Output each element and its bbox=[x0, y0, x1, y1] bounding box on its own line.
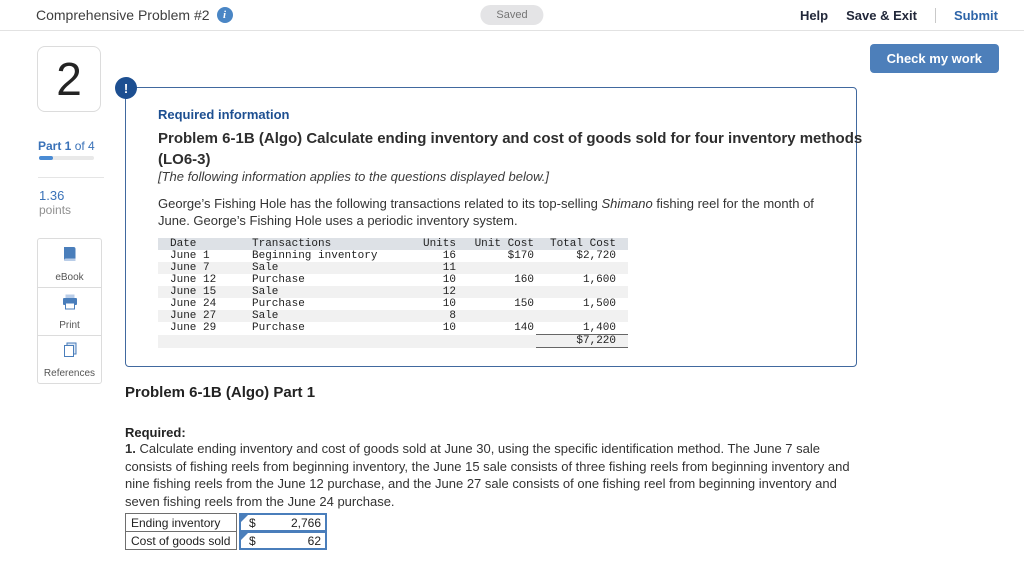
col-date: Date bbox=[158, 238, 250, 250]
table-row: June 24 Purchase 10 150 1,500 bbox=[170, 298, 616, 310]
table-row: June 15 Sale 12 bbox=[158, 286, 628, 298]
print-icon bbox=[60, 292, 80, 317]
help-link[interactable]: Help bbox=[800, 8, 828, 23]
points-label: points bbox=[39, 203, 72, 217]
references-button[interactable]: References bbox=[38, 335, 101, 383]
required-label: Required: bbox=[125, 425, 186, 440]
part-progress-track bbox=[39, 156, 94, 160]
brand-name: Shimano bbox=[601, 196, 653, 211]
answer-row-cogs: Cost of goods sold $ 62 bbox=[125, 531, 327, 550]
submit-link[interactable]: Submit bbox=[954, 8, 998, 23]
answer-table: Ending inventory $ 2,766 Cost of goods s… bbox=[125, 513, 327, 550]
topbar-divider bbox=[934, 7, 936, 23]
save-exit-link[interactable]: Save & Exit bbox=[846, 8, 917, 23]
total-cost-value: $7,220 bbox=[536, 334, 628, 348]
part-heading: Problem 6-1B (Algo) Part 1 bbox=[125, 384, 316, 401]
col-units: Units bbox=[400, 238, 458, 250]
part-progress-label: Part 1 of 4 bbox=[38, 139, 95, 153]
part-label-bold: Part 1 bbox=[38, 139, 72, 153]
table-row: June 29 Purchase 10 140 1,400 bbox=[158, 322, 628, 335]
question-number-card: 2 bbox=[37, 46, 101, 112]
table-total-row: $7,220 bbox=[158, 334, 628, 348]
table-row: June 27 Sale 8 bbox=[158, 310, 628, 322]
cogs-value: 62 bbox=[307, 533, 321, 548]
required-information-heading: Required information bbox=[158, 107, 290, 122]
requirement-number: 1. bbox=[125, 441, 136, 456]
table-row: June 12 Purchase 10 160 1,600 bbox=[170, 274, 616, 286]
currency-symbol: $ bbox=[249, 515, 256, 530]
transactions-table: Date Transactions Units Unit Cost Total … bbox=[158, 238, 628, 348]
ebook-label: eBook bbox=[55, 271, 84, 283]
progress-fill bbox=[39, 156, 53, 160]
references-icon bbox=[60, 340, 80, 365]
print-label: Print bbox=[59, 320, 80, 331]
print-button[interactable]: Print bbox=[38, 287, 101, 335]
alert-icon: ! bbox=[115, 77, 137, 99]
info-icon[interactable]: i bbox=[216, 7, 233, 23]
problem-subtitle: [The following information applies to th… bbox=[158, 169, 549, 184]
requirement-body: Calculate ending inventory and cost of g… bbox=[125, 441, 850, 509]
col-total-cost: Total Cost bbox=[536, 238, 628, 250]
table-header-row: Date Transactions Units Unit Cost Total … bbox=[158, 238, 628, 250]
col-transactions: Transactions bbox=[250, 238, 400, 250]
sidebar-divider bbox=[38, 177, 104, 178]
description-text: George’s Fishing Hole has the following … bbox=[158, 196, 602, 211]
requirement-text: 1. Calculate ending inventory and cost o… bbox=[125, 440, 870, 510]
ebook-icon bbox=[60, 244, 80, 269]
col-unit-cost: Unit Cost bbox=[458, 238, 536, 250]
required-information-panel: ! Required information Problem 6-1B (Alg… bbox=[115, 77, 862, 367]
problem-description: George’s Fishing Hole has the following … bbox=[158, 195, 848, 229]
table-row: June 7 Sale 11 bbox=[158, 262, 628, 274]
problem-title: Problem 6-1B (Algo) Calculate ending inv… bbox=[158, 130, 863, 168]
table-row: June 1 Beginning inventory 16 $170 $2,72… bbox=[170, 250, 616, 262]
saved-status-badge: Saved bbox=[480, 5, 544, 25]
cogs-label: Cost of goods sold bbox=[125, 531, 237, 550]
ending-inventory-value: 2,766 bbox=[290, 515, 321, 530]
ending-inventory-input[interactable]: $ 2,766 bbox=[239, 513, 327, 532]
ebook-button[interactable]: eBook bbox=[38, 239, 101, 287]
top-bar: Comprehensive Problem #2 i Saved Help Sa… bbox=[0, 0, 1024, 31]
points-value: 1.36 bbox=[39, 188, 65, 203]
sidebar-tools: eBook Print References bbox=[37, 238, 102, 384]
cogs-input[interactable]: $ 62 bbox=[239, 531, 327, 550]
answer-row-ending-inventory: Ending inventory $ 2,766 bbox=[125, 513, 327, 532]
currency-symbol: $ bbox=[249, 533, 256, 548]
references-label: References bbox=[43, 368, 96, 379]
check-my-work-button[interactable]: Check my work bbox=[869, 44, 999, 73]
assignment-title: Comprehensive Problem #2 bbox=[36, 7, 210, 23]
topbar-actions: Help Save & Exit Submit bbox=[800, 7, 998, 23]
ending-inventory-label: Ending inventory bbox=[125, 513, 237, 532]
part-label-rest: of 4 bbox=[71, 139, 95, 153]
